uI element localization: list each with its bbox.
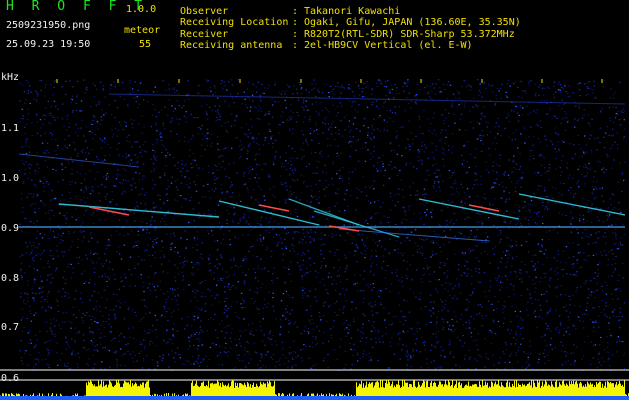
location-value: Ogaki, Gifu, JAPAN (136.60E, 35.35N) [304, 17, 521, 28]
y-tick: 0.9 [1, 223, 20, 234]
app-version: 1.0.0 [126, 4, 157, 15]
receiver-sep: : [292, 29, 299, 40]
y-tick: 0.8 [1, 273, 20, 284]
antenna-sep: : [292, 40, 299, 51]
y-tick: 1.0 [1, 173, 20, 184]
strip-baseline [0, 396, 629, 400]
receiver-value: R820T2(RTL-SDR) SDR-Sharp 53.372MHz [304, 29, 515, 40]
observer-sep: : [292, 6, 299, 17]
strength-bars [0, 380, 629, 400]
file-name: 2509231950.png [6, 20, 91, 31]
antenna-label: Receiving antenna [180, 40, 283, 51]
file-datetime: 25.09.23 19:50 [6, 39, 91, 50]
receiver-label: Receiver [180, 29, 229, 40]
detection-count: 55 [139, 39, 152, 50]
y-tick: 1.1 [1, 123, 20, 134]
antenna-value: 2el-HB9CV Vertical (el. E-W) [304, 40, 473, 51]
signal-strength-strip [0, 369, 629, 400]
hrofft-window: H R O F F T 1.0.0 2509231950.png meteor … [0, 0, 629, 400]
spectrogram-bg [19, 79, 625, 371]
y-tick: 0.7 [1, 322, 20, 333]
observer-value: Takanori Kawachi [304, 6, 401, 17]
y-unit-label: kHz [1, 72, 20, 83]
spectrogram [19, 79, 625, 371]
location-label: Receiving Location [180, 17, 289, 28]
observer-label: Observer [180, 6, 229, 17]
detection-type: meteor [124, 25, 161, 36]
location-sep: : [292, 17, 299, 28]
spectrogram-canvas [19, 79, 625, 371]
